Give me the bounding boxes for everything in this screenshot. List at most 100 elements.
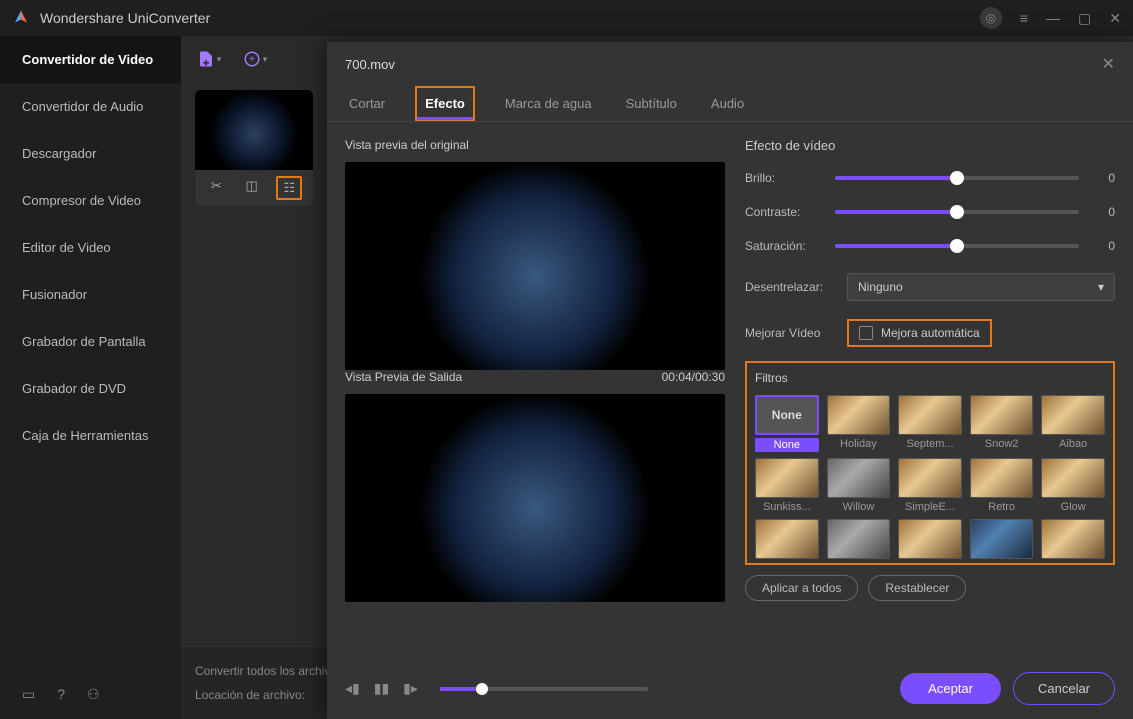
deinterlace-select[interactable]: Ninguno ▾ [847, 273, 1115, 301]
filter-thumb [827, 519, 891, 559]
app-logo-icon [12, 9, 30, 27]
next-frame-icon[interactable]: ▮▸ [403, 680, 418, 697]
saturation-slider[interactable] [835, 244, 1079, 248]
tab-watermark[interactable]: Marca de agua [501, 86, 596, 121]
auto-enhance-checkbox-label: Mejora automática [881, 326, 980, 340]
contrast-slider[interactable] [835, 210, 1079, 214]
filter-label: Retro [970, 501, 1034, 513]
auto-enhance-checkbox[interactable] [859, 326, 873, 340]
filter-thumb [898, 458, 962, 498]
auto-enhance-wrapper: Mejora automática [847, 319, 992, 347]
sidebar-item-screen-recorder[interactable]: Grabador de Pantalla [0, 318, 181, 365]
close-icon[interactable]: ✕ [1102, 54, 1115, 74]
brightness-value: 0 [1095, 171, 1115, 185]
effects-icon[interactable]: ☷ [276, 176, 302, 200]
effects-modal: 700.mov ✕ Cortar Efecto Marca de agua Su… [327, 42, 1133, 719]
playback-scrubber[interactable] [440, 687, 648, 691]
chevron-down-icon: ▾ [263, 54, 268, 65]
deinterlace-label: Desentrelazar: [745, 280, 847, 294]
effects-settings: Efecto de vídeo Brillo: 0 Contraste: 0 S… [745, 138, 1115, 655]
titlebar: Wondershare UniConverter ◎ ≡ — ▢ ✕ [0, 0, 1133, 36]
filter-label: Willow [827, 501, 891, 513]
filter-thumb [898, 519, 962, 559]
filter-none[interactable]: None None [755, 395, 819, 452]
help-icon[interactable]: ? [57, 686, 65, 703]
filter-holiday[interactable]: Holiday [827, 395, 891, 452]
crop-icon[interactable]: ◫ [240, 176, 262, 200]
filter-label: Sunkiss... [755, 501, 819, 513]
cancel-button[interactable]: Cancelar [1013, 672, 1115, 705]
cut-icon[interactable]: ✂ [206, 176, 227, 200]
filter-thumb [755, 458, 819, 498]
add-url-button[interactable]: + ▾ [241, 45, 269, 73]
filter-simplee[interactable]: SimpleE... [898, 458, 962, 513]
enhance-label: Mejorar Vídeo [745, 326, 847, 340]
filter-thumb [1041, 458, 1105, 498]
maximize-icon[interactable]: ▢ [1078, 10, 1091, 27]
accept-button[interactable]: Aceptar [900, 673, 1001, 704]
tab-cut[interactable]: Cortar [345, 86, 389, 121]
filter-item-10[interactable] [755, 519, 819, 559]
filter-thumb: None [755, 395, 819, 435]
modal-footer: ◂▮ ▮▮ ▮▸ Aceptar Cancelar [327, 658, 1133, 719]
filters-section: Filtros None None Holiday Septem... Snow2 Aib… [745, 361, 1115, 565]
menu-icon[interactable]: ≡ [1020, 10, 1028, 26]
filter-item-11[interactable] [827, 519, 891, 559]
tab-effect[interactable]: Efecto [415, 86, 475, 121]
filter-retro[interactable]: Retro [970, 458, 1034, 513]
user-avatar-icon[interactable]: ◎ [980, 7, 1002, 29]
brightness-slider[interactable] [835, 176, 1079, 180]
video-effect-title: Efecto de vídeo [745, 138, 1115, 153]
filter-label: Holiday [827, 438, 891, 450]
sidebar-item-audio-converter[interactable]: Convertidor de Audio [0, 83, 181, 130]
pause-icon[interactable]: ▮▮ [374, 680, 389, 697]
sidebar-item-dvd-burner[interactable]: Grabador de DVD [0, 365, 181, 412]
preview-original-video [345, 162, 725, 370]
filter-aibao[interactable]: Aibao [1041, 395, 1105, 452]
book-icon[interactable]: ▭ [22, 686, 35, 703]
filter-label: Snow2 [970, 438, 1034, 450]
video-thumbnail [195, 90, 313, 170]
preview-time: 00:04/00:30 [662, 370, 725, 384]
filter-thumb [1041, 519, 1105, 559]
contrast-label: Contraste: [745, 205, 835, 219]
modal-filename: 700.mov [345, 57, 1102, 72]
sidebar-item-compressor[interactable]: Compresor de Video [0, 177, 181, 224]
filter-snow2[interactable]: Snow2 [970, 395, 1034, 452]
sidebar-item-toolbox[interactable]: Caja de Herramientas [0, 412, 181, 459]
sidebar-item-downloader[interactable]: Descargador [0, 130, 181, 177]
filter-willow[interactable]: Willow [827, 458, 891, 513]
preview-column: Vista previa del original Vista Previa d… [345, 138, 725, 655]
people-icon[interactable]: ⚇ [87, 686, 100, 703]
apply-all-button[interactable]: Aplicar a todos [745, 575, 858, 601]
tab-subtitle[interactable]: Subtítulo [622, 86, 681, 121]
filter-glow[interactable]: Glow [1041, 458, 1105, 513]
filter-label: SimpleE... [898, 501, 962, 513]
saturation-label: Saturación: [745, 239, 835, 253]
tab-audio[interactable]: Audio [707, 86, 748, 121]
add-file-button[interactable]: ▾ [195, 45, 223, 73]
filter-label: None [755, 438, 819, 452]
svg-text:+: + [249, 53, 255, 65]
preview-output-video [345, 394, 725, 602]
sidebar-item-editor[interactable]: Editor de Video [0, 224, 181, 271]
minimize-icon[interactable]: — [1046, 10, 1060, 26]
sidebar-item-video-converter[interactable]: Convertidor de Video [0, 36, 181, 83]
filter-septem[interactable]: Septem... [898, 395, 962, 452]
sidebar-item-merger[interactable]: Fusionador [0, 271, 181, 318]
filter-item-14[interactable] [1041, 519, 1105, 559]
brightness-label: Brillo: [745, 171, 835, 185]
prev-frame-icon[interactable]: ◂▮ [345, 680, 360, 697]
filter-sunkiss[interactable]: Sunkiss... [755, 458, 819, 513]
filter-item-12[interactable] [898, 519, 962, 559]
filter-item-13[interactable] [970, 519, 1034, 559]
video-thumbnail-card[interactable]: ✂ ◫ ☷ [195, 90, 313, 206]
close-window-icon[interactable]: ✕ [1109, 10, 1121, 27]
filter-label: Septem... [898, 438, 962, 450]
filter-thumb [827, 458, 891, 498]
deinterlace-value: Ninguno [858, 280, 903, 294]
filters-title: Filtros [755, 371, 1105, 385]
filter-thumb [970, 458, 1034, 498]
reset-button[interactable]: Restablecer [868, 575, 966, 601]
contrast-value: 0 [1095, 205, 1115, 219]
